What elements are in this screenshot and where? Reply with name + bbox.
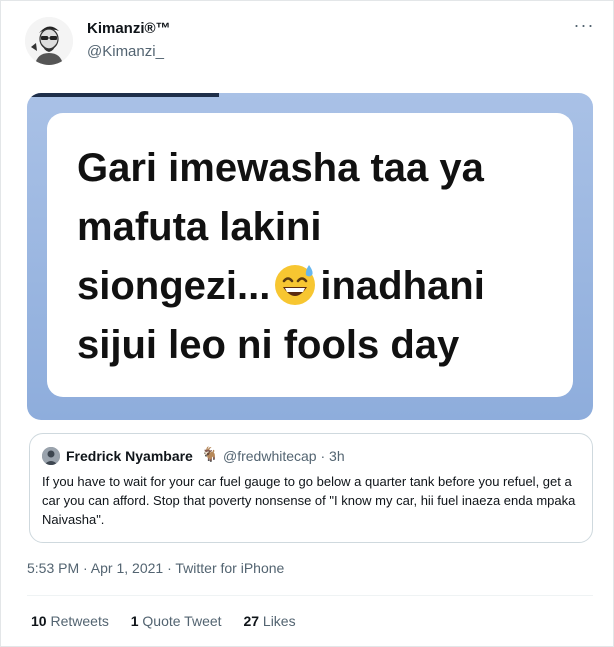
retweets-stat[interactable]: 10 Retweets	[31, 613, 109, 629]
meme-line-4: sijui leo ni fools day	[77, 323, 460, 367]
quoted-display-name[interactable]: Fredrick Nyambare	[66, 448, 193, 464]
display-name[interactable]: Kimanzi®™	[87, 20, 171, 37]
ellipsis-icon[interactable]: ···	[571, 15, 597, 35]
quotes-label: Quote Tweet	[142, 613, 222, 629]
goat-emoji-icon: 🐐	[201, 446, 219, 462]
quoted-avatar[interactable]	[42, 447, 60, 465]
tweet-timestamp[interactable]: 5:53 PM · Apr 1, 2021 · Twitter for iPho…	[27, 560, 284, 576]
meme-card: Gari imewasha taa ya mafuta lakini siong…	[47, 113, 573, 397]
meme-text: Gari imewasha taa ya mafuta lakini siong…	[77, 139, 557, 375]
likes-label: Likes	[262, 613, 296, 629]
quoted-text: If you have to wait for your car fuel ga…	[42, 474, 576, 527]
divider	[27, 595, 593, 596]
likes-stat[interactable]: 27 Likes	[243, 613, 295, 629]
quoted-avatar-icon	[42, 447, 60, 465]
retweets-count: 10	[31, 613, 47, 629]
quote-tweets-stat[interactable]: 1 Quote Tweet	[131, 613, 222, 629]
engagement-stats: 10 Retweets 1 Quote Tweet 27 Likes	[31, 613, 314, 629]
avatar-sketch-icon	[25, 17, 73, 65]
image-top-bar	[27, 93, 219, 97]
retweets-label: Retweets	[50, 613, 109, 629]
meme-line-3-before: siongezi...	[77, 264, 271, 308]
quoted-handle-time[interactable]: @fredwhitecap · 3h	[223, 448, 345, 464]
avatar[interactable]	[25, 17, 73, 65]
meme-line-3: siongezi... inadhani	[77, 257, 557, 316]
user-handle[interactable]: @Kimanzi_	[87, 43, 164, 60]
meme-line-1: Gari imewasha taa ya	[77, 146, 484, 190]
likes-count: 27	[243, 613, 260, 629]
quotes-count: 1	[130, 613, 139, 629]
quoted-tweet[interactable]: Fredrick Nyambare 🐐 @fredwhitecap · 3h I…	[29, 433, 593, 543]
grinning-sweat-emoji-icon	[272, 261, 318, 307]
tweet-card: Kimanzi®™ @Kimanzi_ ··· Gari imewasha ta…	[0, 0, 614, 647]
meme-line-3-after: inadhani	[320, 264, 485, 308]
tweet-image[interactable]: Gari imewasha taa ya mafuta lakini siong…	[27, 93, 593, 420]
meme-line-2: mafuta lakini	[77, 205, 322, 249]
